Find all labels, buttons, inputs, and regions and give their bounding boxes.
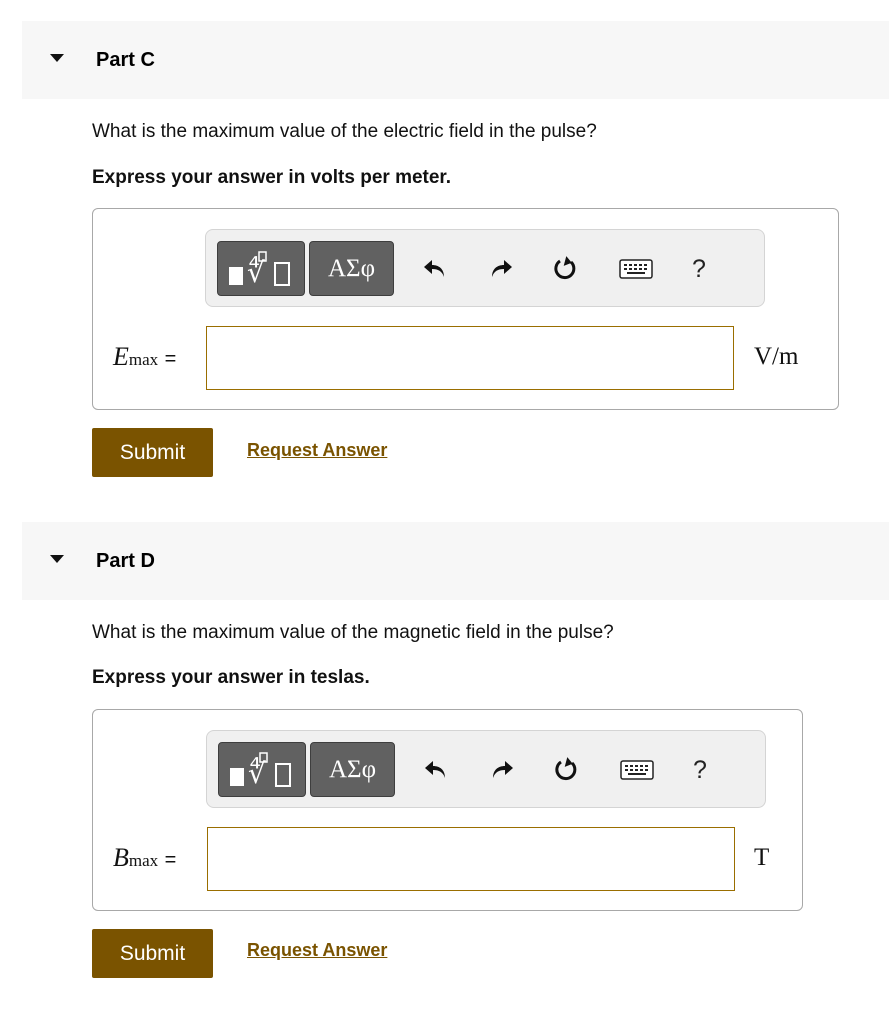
keyboard-button[interactable] — [618, 254, 654, 284]
request-answer-link[interactable]: Request Answer — [247, 940, 387, 961]
part-d-header[interactable]: Part D — [22, 522, 889, 600]
variable-subscript: max — [128, 350, 159, 369]
answer-box: ∜ ΑΣφ — [92, 208, 839, 410]
math-toolbar: ∜ ΑΣφ ? — [205, 229, 765, 307]
undo-icon — [425, 761, 445, 778]
variable-subscript: max — [128, 851, 159, 870]
greek-symbols-button[interactable]: ΑΣφ — [309, 241, 394, 296]
collapse-caret-icon[interactable] — [50, 555, 64, 563]
keyboard-button[interactable] — [619, 755, 655, 785]
answer-input[interactable] — [206, 326, 734, 390]
unit-label: V/m — [754, 343, 799, 370]
redo-icon — [493, 761, 513, 778]
undo-button[interactable] — [421, 755, 451, 785]
question-text: What is the maximum value of the electri… — [92, 121, 597, 142]
submit-button[interactable]: Submit — [92, 929, 213, 978]
question-text: What is the maximum value of the magneti… — [92, 622, 614, 643]
answer-input[interactable] — [207, 827, 735, 891]
variable-symbol: B — [113, 843, 129, 872]
answer-box: ∜ ΑΣφ — [92, 709, 803, 911]
equals-sign: = — [164, 348, 177, 370]
equals-sign: = — [164, 849, 177, 871]
variable-symbol: E — [113, 342, 129, 371]
unit-label: T — [754, 844, 770, 871]
redo-button[interactable] — [487, 755, 517, 785]
instruction-text: Express your answer in teslas. — [92, 667, 370, 688]
templates-icon: ∜ — [230, 751, 291, 790]
request-answer-link[interactable]: Request Answer — [247, 440, 387, 461]
instruction-text: Express your answer in volts per meter. — [92, 167, 452, 188]
redo-button[interactable] — [486, 254, 516, 284]
greek-symbols-button[interactable]: ΑΣφ — [310, 742, 395, 797]
help-button[interactable]: ? — [685, 755, 715, 785]
undo-icon — [424, 260, 444, 277]
variable-label: Emax = — [113, 342, 176, 372]
reset-button[interactable] — [551, 755, 581, 785]
submit-button[interactable]: Submit — [92, 428, 213, 477]
templates-button[interactable]: ∜ — [218, 742, 306, 797]
part-title: Part D — [96, 550, 155, 572]
keyboard-icon — [620, 760, 654, 780]
collapse-caret-icon[interactable] — [50, 54, 64, 62]
redo-icon — [492, 260, 512, 277]
help-button[interactable]: ? — [684, 254, 714, 284]
math-toolbar: ∜ ΑΣφ ? — [206, 730, 766, 808]
reset-icon — [554, 256, 576, 280]
templates-icon: ∜ — [229, 250, 290, 289]
reset-button[interactable] — [550, 254, 580, 284]
undo-button[interactable] — [420, 254, 450, 284]
variable-label: Bmax = — [113, 843, 176, 873]
part-c-header[interactable]: Part C — [22, 21, 889, 99]
part-title: Part C — [96, 49, 155, 71]
templates-button[interactable]: ∜ — [217, 241, 305, 296]
keyboard-icon — [619, 259, 653, 279]
reset-icon — [555, 757, 577, 781]
